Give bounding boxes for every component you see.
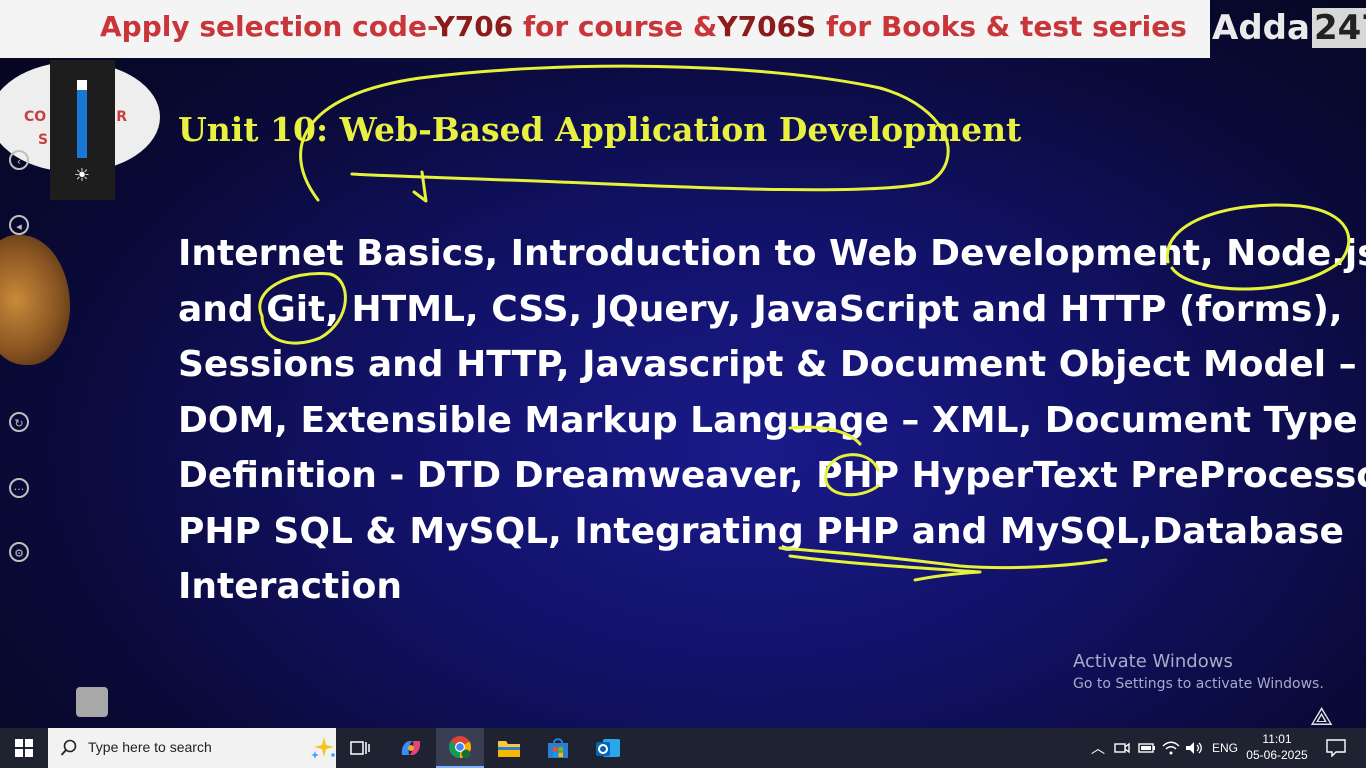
taskbar: Type here to search ︿ ENG 11:01 05-06-20… (0, 728, 1366, 768)
start-button[interactable] (0, 728, 48, 768)
pen-annotations (258, 64, 1351, 582)
task-view-button[interactable] (343, 728, 377, 768)
show-hidden-icons-chevron-icon[interactable]: ︿ (1088, 728, 1108, 768)
git-circle-annotation (258, 271, 347, 345)
camera-icon (1114, 742, 1130, 754)
wifi-icon[interactable] (1160, 728, 1182, 768)
activate-windows-watermark: Activate Windows Go to Settings to activ… (1073, 651, 1324, 692)
volume-icon[interactable] (1184, 728, 1204, 768)
pen-tray-icon[interactable] (76, 687, 108, 717)
notification-center-button[interactable] (1318, 728, 1354, 768)
search-icon (60, 739, 77, 756)
video-frame: Apply selection code-Y706 for course &Y7… (0, 0, 1366, 728)
activate-windows-title: Activate Windows (1073, 651, 1233, 672)
php-mysql-underline-annotation (778, 546, 1108, 570)
php-circle-annotation (824, 453, 880, 497)
taskbar-search-box[interactable]: Type here to search (48, 728, 336, 768)
nodejs-circle-annotation (1165, 203, 1351, 291)
folder-icon (498, 741, 520, 757)
battery-shape-icon (1138, 743, 1155, 753)
chrome-icon (449, 736, 471, 759)
microsoft-store-button[interactable] (540, 728, 576, 768)
copilot-sparkle-icon (311, 737, 335, 759)
wifi-shape-icon (1162, 741, 1180, 755)
windows-logo-icon (15, 739, 33, 757)
clock-date: 05-06-2025 (1246, 748, 1308, 762)
file-explorer-button[interactable] (490, 728, 528, 768)
ink-logo-icon: ⟁ (1310, 702, 1334, 728)
search-placeholder: Type here to search (88, 739, 212, 755)
copilot-button[interactable] (394, 728, 428, 768)
meet-now-icon[interactable] (1112, 728, 1132, 768)
activate-windows-subtitle: Go to Settings to activate Windows. (1073, 676, 1324, 692)
php-mysql-underline-2-annotation (788, 554, 982, 582)
copilot-icon (401, 741, 421, 755)
outlook-button[interactable] (590, 728, 626, 768)
clock-time: 11:01 (1262, 732, 1292, 746)
notification-icon (1326, 739, 1346, 757)
chrome-button[interactable] (436, 728, 484, 768)
outlook-icon (596, 739, 620, 757)
language-underline-annotation (788, 425, 862, 446)
battery-icon[interactable] (1136, 728, 1158, 768)
title-ellipse-annotation (299, 64, 950, 202)
system-clock[interactable]: 11:01 05-06-2025 (1246, 731, 1308, 763)
speaker-icon (1186, 742, 1202, 754)
input-language-indicator[interactable]: ENG (1208, 728, 1242, 768)
store-icon (548, 738, 568, 758)
task-view-icon (350, 741, 370, 755)
